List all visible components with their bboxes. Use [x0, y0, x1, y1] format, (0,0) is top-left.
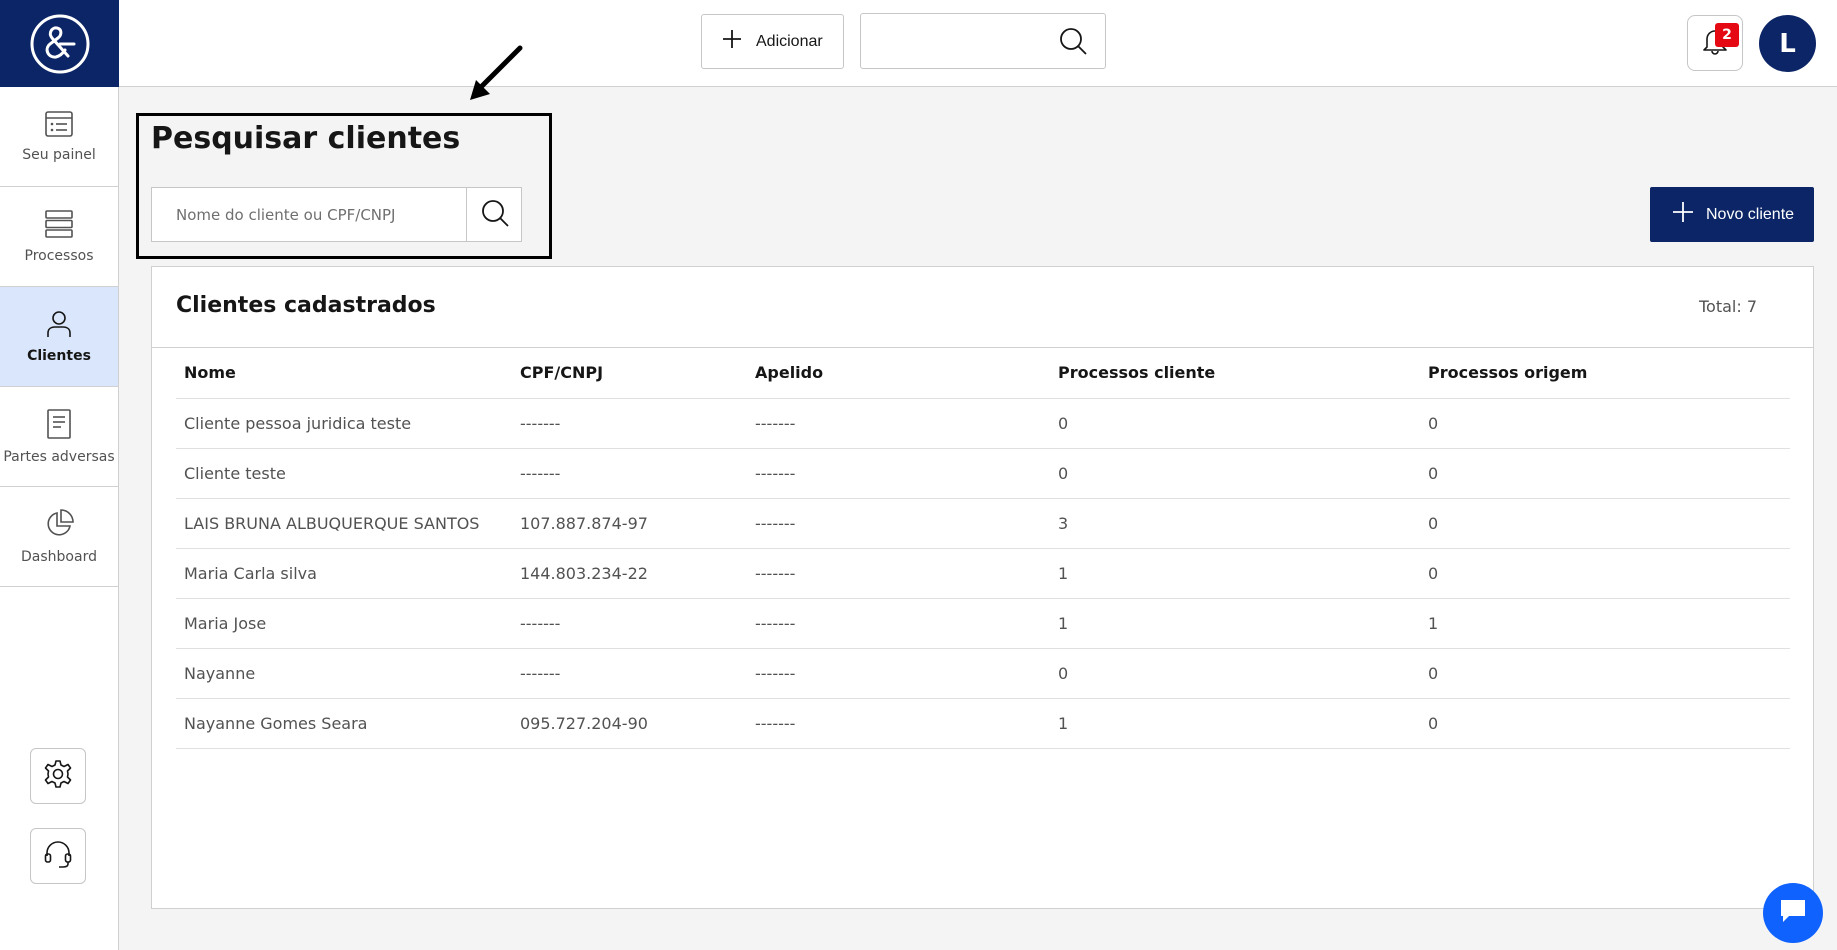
clients-card-title: Clientes cadastrados — [176, 293, 436, 318]
table-cell: 1 — [1050, 698, 1420, 749]
table-cell: ------- — [512, 448, 747, 499]
client-search — [151, 187, 522, 242]
table-cell: 144.803.234-22 — [512, 548, 747, 599]
table-cell: ------- — [747, 398, 1050, 449]
logo-icon — [30, 14, 89, 73]
plus-icon — [722, 29, 742, 54]
search-icon[interactable] — [1059, 27, 1087, 59]
clients-total: Total: 7 — [1698, 297, 1757, 316]
column-header[interactable]: CPF/CNPJ — [512, 348, 747, 399]
add-button-label: Adicionar — [756, 32, 823, 50]
table-cell: 0 — [1050, 648, 1420, 699]
table-cell: 3 — [1050, 498, 1420, 549]
table-cell: Nayanne Gomes Seara — [176, 698, 512, 749]
table-cell: ------- — [747, 598, 1050, 649]
sidebar-item-seu-painel[interactable]: Seu painel — [0, 87, 118, 187]
stack-icon — [45, 209, 73, 238]
table-cell: ------- — [512, 398, 747, 449]
global-search-input[interactable] — [861, 14, 1051, 68]
table-cell: ------- — [747, 498, 1050, 549]
column-header[interactable]: Apelido — [747, 348, 1050, 399]
notification-badge: 2 — [1715, 23, 1739, 47]
table-cell: ------- — [747, 648, 1050, 699]
page-title: Pesquisar clientes — [151, 121, 461, 156]
table-cell: 0 — [1420, 698, 1790, 749]
headset-icon — [43, 839, 73, 873]
table-cell: 1 — [1420, 598, 1790, 649]
table-cell: ------- — [747, 548, 1050, 599]
table-cell: ------- — [512, 648, 747, 699]
table-cell: 0 — [1420, 648, 1790, 699]
gear-icon — [43, 759, 73, 793]
new-client-label: Novo cliente — [1706, 205, 1795, 223]
sidebar-item-label: Clientes — [27, 347, 91, 364]
chat-button[interactable] — [1763, 883, 1823, 943]
sidebar-item-label: Processos — [24, 247, 94, 264]
sidebar: Seu painel Processos Clientes Partes adv… — [0, 0, 119, 950]
table-cell: 0 — [1420, 548, 1790, 599]
table-cell: 0 — [1050, 398, 1420, 449]
search-icon — [481, 199, 509, 231]
client-search-button[interactable] — [466, 188, 522, 241]
sidebar-item-dashboard[interactable]: Dashboard — [0, 487, 118, 587]
client-search-input[interactable] — [152, 188, 465, 241]
table-row[interactable]: Maria Carla silva 144.803.234-22 ------- 1 0 — [176, 548, 1790, 599]
table-cell: Cliente pessoa juridica teste — [176, 398, 512, 449]
pie-chart-icon — [44, 508, 74, 539]
table-cell: Nayanne — [176, 648, 512, 699]
table-cell: 0 — [1420, 448, 1790, 499]
table-cell: ------- — [512, 598, 747, 649]
avatar[interactable]: L — [1759, 15, 1816, 72]
document-icon — [47, 408, 71, 439]
settings-button[interactable] — [30, 748, 86, 804]
column-header[interactable]: Processos cliente — [1050, 348, 1420, 399]
table-cell: 095.727.204-90 — [512, 698, 747, 749]
table-cell: 1 — [1050, 548, 1420, 599]
table-cell: Cliente teste — [176, 448, 512, 499]
user-icon — [45, 310, 73, 338]
table-row[interactable]: LAIS BRUNA ALBUQUERQUE SANTOS 107.887.874… — [176, 498, 1790, 549]
sidebar-item-label: Dashboard — [21, 548, 97, 565]
clients-card: Clientes cadastrados Total: 7 Nome CPF/C… — [151, 266, 1814, 909]
clients-table: Nome CPF/CNPJ Apelido Processos cliente … — [176, 348, 1790, 749]
global-search — [860, 13, 1106, 69]
sidebar-item-label: Seu painel — [22, 146, 96, 163]
top-bar: Adicionar 2 L — [119, 0, 1837, 87]
support-button[interactable] — [30, 828, 86, 884]
list-icon — [45, 110, 73, 137]
annotation-arrow-icon — [470, 45, 523, 100]
table-cell: Maria Jose — [176, 598, 512, 649]
notifications-button[interactable]: 2 — [1687, 15, 1743, 71]
chat-icon — [1778, 897, 1808, 929]
plus-icon — [1672, 201, 1694, 228]
add-button[interactable]: Adicionar — [701, 14, 844, 69]
table-row[interactable]: Cliente pessoa juridica teste ------- ----… — [176, 398, 1790, 449]
sidebar-item-label: Partes adversas — [3, 448, 115, 465]
table-cell: 107.887.874-97 — [512, 498, 747, 549]
table-cell: LAIS BRUNA ALBUQUERQUE SANTOS — [176, 498, 512, 549]
column-header[interactable]: Nome — [176, 348, 512, 399]
table-cell: ------- — [747, 448, 1050, 499]
table-row[interactable]: Nayanne ------- ------- 0 0 — [176, 648, 1790, 699]
column-header[interactable]: Processos origem — [1420, 348, 1790, 399]
sidebar-item-partes-adversas[interactable]: Partes adversas — [0, 387, 118, 487]
table-cell: 1 — [1050, 598, 1420, 649]
table-header-row: Nome CPF/CNPJ Apelido Processos cliente … — [176, 348, 1790, 399]
table-cell: ------- — [747, 698, 1050, 749]
table-cell: 0 — [1050, 448, 1420, 499]
table-cell: 0 — [1420, 498, 1790, 549]
table-cell: Maria Carla silva — [176, 548, 512, 599]
table-row[interactable]: Cliente teste ------- ------- 0 0 — [176, 448, 1790, 499]
app-logo[interactable] — [0, 0, 119, 87]
table-row[interactable]: Maria Jose ------- ------- 1 1 — [176, 598, 1790, 649]
table-cell: 0 — [1420, 398, 1790, 449]
sidebar-item-clientes[interactable]: Clientes — [0, 287, 118, 387]
clients-card-header: Clientes cadastrados Total: 7 — [152, 267, 1813, 348]
sidebar-item-processos[interactable]: Processos — [0, 187, 118, 287]
table-row[interactable]: Nayanne Gomes Seara 095.727.204-90 -------… — [176, 698, 1790, 749]
new-client-button[interactable]: Novo cliente — [1650, 187, 1814, 242]
